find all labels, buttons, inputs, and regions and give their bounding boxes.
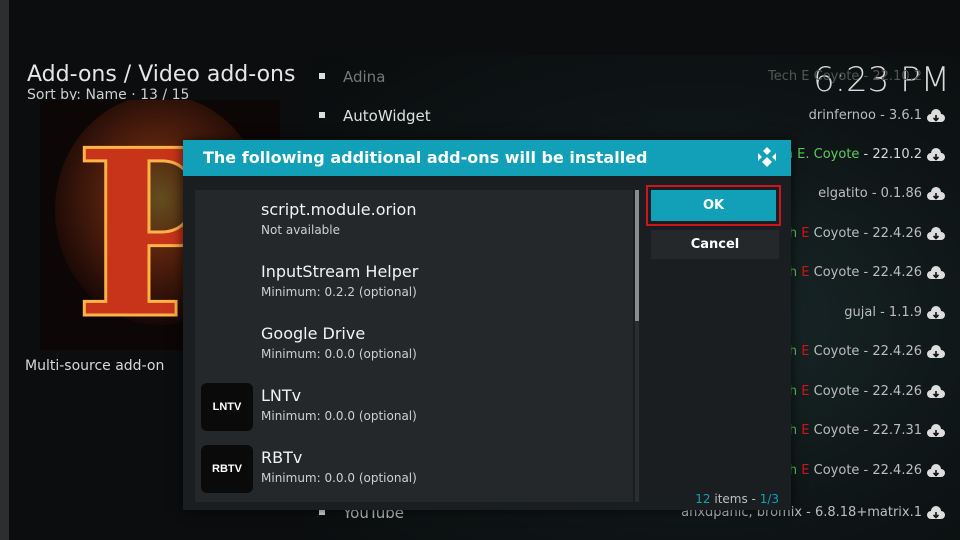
cloud-download-icon[interactable] <box>926 109 946 125</box>
list-item-name: AutoWidget <box>343 107 431 125</box>
list-item[interactable]: AutoWidget drinfernoo - 3.6.1 <box>305 99 960 137</box>
list-item-meta: ch E Coyote - 22.4.26 <box>781 384 922 399</box>
list-item-meta: elgatito - 0.1.86 <box>818 186 922 201</box>
dependency-name: Google Drive <box>261 324 366 343</box>
list-item-meta: ech E. Coyote - 22.10.2 <box>769 147 922 162</box>
cloud-download-icon[interactable] <box>926 266 946 282</box>
dialog-title: The following additional add-ons will be… <box>203 148 648 167</box>
dependency-item[interactable]: RBTV RBTv Minimum: 0.0.0 (optional) <box>195 440 633 502</box>
left-edge-bar <box>0 0 9 540</box>
list-item-meta: drinfernoo - 3.6.1 <box>808 108 922 123</box>
dependency-name: RBTv <box>261 448 303 467</box>
addon-description: Multi-source add-on <box>25 358 165 374</box>
dependency-scrollbar[interactable] <box>635 190 639 502</box>
ok-button-label: OK <box>651 190 776 221</box>
list-item-meta: Tech E Coyote - 22.10.2 <box>768 69 922 84</box>
dependency-detail: Minimum: 0.0.0 (optional) <box>261 347 417 361</box>
dependency-detail: Minimum: 0.0.0 (optional) <box>261 409 417 423</box>
dependency-name: InputStream Helper <box>261 262 419 281</box>
list-item-meta: gujal - 1.1.9 <box>844 305 922 320</box>
ok-button[interactable]: OK <box>646 185 781 226</box>
dialog-header: The following additional add-ons will be… <box>183 140 791 176</box>
cloud-download-icon[interactable] <box>926 345 946 361</box>
dependency-name: LNTv <box>261 386 302 405</box>
item-count: 12 items - 1/3 <box>695 492 779 506</box>
list-item-meta: ch E Coyote - 22.4.26 <box>781 463 922 478</box>
bullet-icon <box>319 112 325 118</box>
dependency-detail: Not available <box>261 223 341 237</box>
cloud-download-icon[interactable] <box>926 506 946 522</box>
list-item-meta: ch E Coyote - 22.4.26 <box>781 226 922 241</box>
cloud-download-icon[interactable] <box>926 385 946 401</box>
cloud-download-icon[interactable] <box>926 148 946 164</box>
cancel-button[interactable]: Cancel <box>651 230 779 259</box>
install-dependencies-dialog: The following additional add-ons will be… <box>183 140 791 510</box>
lntv-thumbnail: LNTV <box>201 383 253 431</box>
dependency-name: script.module.orion <box>261 200 417 219</box>
cloud-download-icon[interactable] <box>926 464 946 480</box>
dependency-item[interactable]: LNTV LNTv Minimum: 0.0.0 (optional) <box>195 378 633 440</box>
cloud-download-icon[interactable] <box>926 306 946 322</box>
dependency-item[interactable]: script.module.orion Not available <box>195 192 633 254</box>
list-item-meta: ch E Coyote - 22.7.31 <box>781 423 922 438</box>
cloud-download-icon[interactable] <box>926 424 946 440</box>
page-title: Add-ons / Video add-ons <box>27 62 296 87</box>
list-item-meta: ch E Coyote - 22.4.26 <box>781 265 922 280</box>
scrollbar-thumb[interactable] <box>635 190 639 321</box>
list-item-meta: ch E Coyote - 22.4.26 <box>781 344 922 359</box>
cloud-download-icon[interactable] <box>926 187 946 203</box>
list-item-name: Adina <box>343 68 386 86</box>
dependency-detail: Minimum: 0.0.0 (optional) <box>261 471 417 485</box>
kodi-logo-icon <box>758 147 776 167</box>
rbtv-thumbnail: RBTV <box>201 445 253 493</box>
dependency-item[interactable]: InputStream Helper Minimum: 0.2.2 (optio… <box>195 254 633 316</box>
cloud-download-icon[interactable] <box>926 227 946 243</box>
dependency-detail: Minimum: 0.2.2 (optional) <box>261 285 417 299</box>
bullet-icon <box>319 73 325 79</box>
list-item[interactable]: Adina Tech E Coyote - 22.10.2 <box>305 60 960 98</box>
dependency-list[interactable]: script.module.orion Not available InputS… <box>195 190 633 502</box>
dependency-item[interactable]: Google Drive Minimum: 0.0.0 (optional) <box>195 316 633 378</box>
